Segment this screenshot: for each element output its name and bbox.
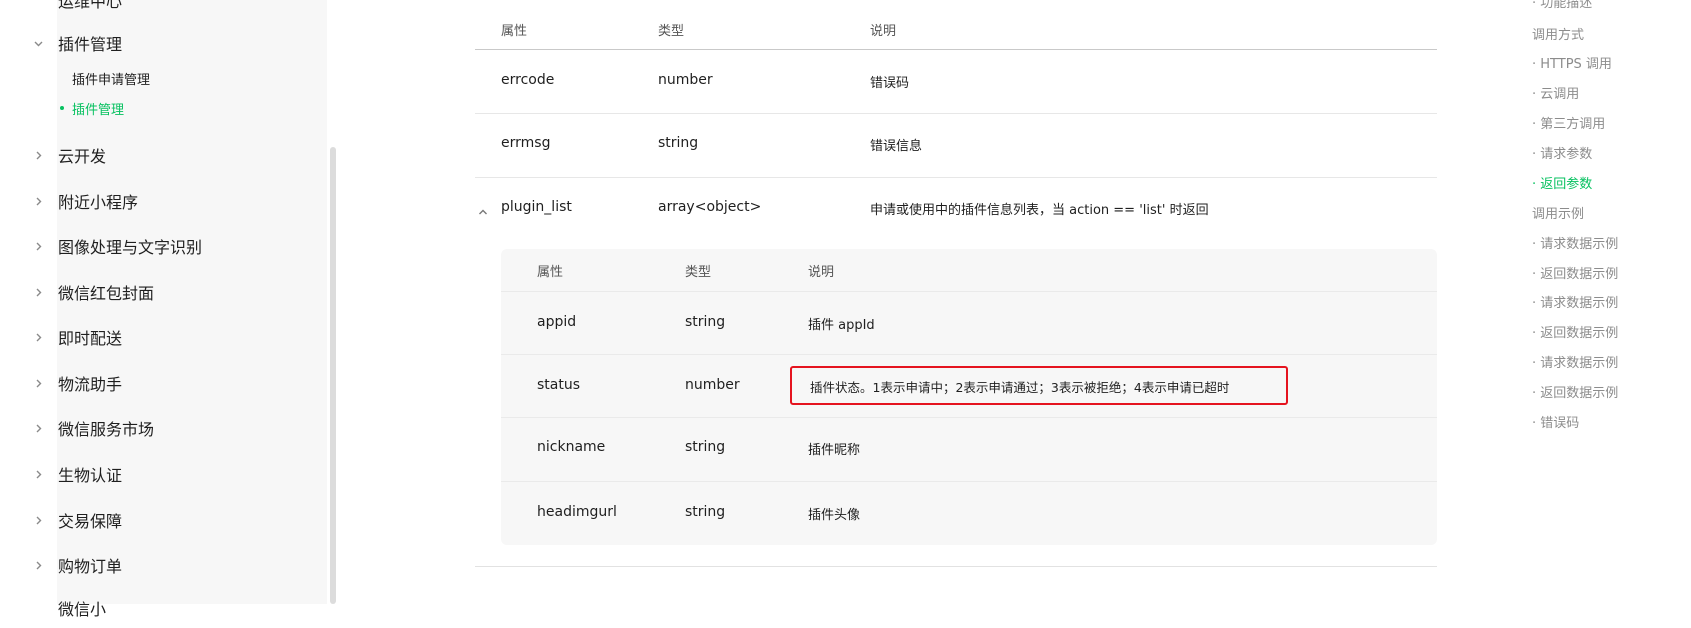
table-row: headimgurl string 插件头像 bbox=[501, 482, 1437, 545]
sidebar-item-partial[interactable]: 微信小 bbox=[0, 588, 330, 628]
sidebar-item-label: 图像处理与文字识别 bbox=[58, 238, 203, 257]
sidebar-item-label: 购物订单 bbox=[58, 557, 123, 576]
toc-item[interactable]: · 请求数据示例 bbox=[1532, 233, 1618, 252]
sidebar-item-logistics[interactable]: 物流助手 bbox=[0, 363, 330, 403]
chevron-down-icon bbox=[32, 37, 44, 49]
nested-header-desc: 说明 bbox=[808, 265, 835, 280]
row-desc: 插件头像 bbox=[808, 508, 861, 523]
toc-item[interactable]: · HTTPS 调用 bbox=[1532, 53, 1612, 72]
toc-item[interactable]: · 功能描述 bbox=[1532, 0, 1592, 11]
toc-item[interactable]: · 请求数据示例 bbox=[1532, 352, 1618, 371]
row-type: string bbox=[685, 504, 726, 520]
sidebar-item-label: 云开发 bbox=[58, 147, 107, 166]
sidebar-item-trade-guarantee[interactable]: 交易保障 bbox=[0, 500, 330, 540]
row-desc: 错误信息 bbox=[870, 139, 923, 154]
sidebar-item-biometric[interactable]: 生物认证 bbox=[0, 454, 330, 494]
active-dot bbox=[60, 106, 64, 110]
sidebar-item-label: 运维中心 bbox=[58, 0, 123, 11]
sidebar-item-service-market[interactable]: 微信服务市场 bbox=[0, 408, 330, 448]
toc-item[interactable]: · 错误码 bbox=[1532, 412, 1579, 431]
chevron-right-icon bbox=[32, 377, 44, 389]
chevron-right-icon bbox=[32, 195, 44, 207]
sidebar-item-label: 附近小程序 bbox=[58, 193, 139, 212]
toc-item-active[interactable]: · 返回参数 bbox=[1532, 173, 1592, 192]
row-type: string bbox=[658, 135, 699, 151]
header-type: 类型 bbox=[658, 24, 685, 39]
row-desc: 错误码 bbox=[870, 76, 910, 91]
table-of-contents: · 功能描述 调用方式 · HTTPS 调用 · 云调用 · 第三方调用 · 请… bbox=[1520, 0, 1691, 604]
sidebar-subitem-plugin-apply-mgmt[interactable]: 插件申请管理 bbox=[72, 69, 150, 88]
toc-item[interactable]: · 返回数据示例 bbox=[1532, 322, 1618, 341]
row-type: array<object> bbox=[658, 199, 762, 215]
toc-item[interactable]: · 请求数据示例 bbox=[1532, 292, 1618, 311]
sidebar-item-label: 微信红包封面 bbox=[58, 284, 155, 303]
toc-item[interactable]: · 返回数据示例 bbox=[1532, 382, 1618, 401]
sidebar-item-shopping-order[interactable]: 购物订单 bbox=[0, 545, 330, 585]
chevron-up-icon[interactable] bbox=[477, 203, 489, 215]
sidebar-item-instant-delivery[interactable]: 即时配送 bbox=[0, 317, 330, 357]
chevron-right-icon bbox=[32, 240, 44, 252]
sidebar-item-label: 交易保障 bbox=[58, 512, 123, 531]
nested-table-header: 属性 类型 说明 bbox=[501, 249, 1437, 292]
row-type: string bbox=[685, 314, 726, 330]
header-desc: 说明 bbox=[870, 24, 897, 39]
chevron-right-icon bbox=[32, 422, 44, 434]
nested-header-attr: 属性 bbox=[537, 265, 564, 280]
sidebar-item-ops-center[interactable]: 运维中心 bbox=[0, 0, 330, 20]
sidebar-item-label: 即时配送 bbox=[58, 329, 123, 348]
sidebar-item-red-packet-cover[interactable]: 微信红包封面 bbox=[0, 272, 330, 312]
toc-item[interactable]: 调用示例 bbox=[1532, 203, 1584, 222]
sidebar-item-nearby-miniprogram[interactable]: 附近小程序 bbox=[0, 181, 330, 221]
header-attr: 属性 bbox=[501, 24, 528, 39]
sidebar-item-label: 微信小 bbox=[58, 600, 107, 619]
chevron-right-icon bbox=[32, 514, 44, 526]
row-name: status bbox=[537, 377, 581, 393]
table-bottom-divider bbox=[475, 566, 1437, 567]
chevron-right-icon bbox=[32, 559, 44, 571]
toc-item[interactable]: · 返回数据示例 bbox=[1532, 263, 1618, 282]
chevron-right-icon bbox=[32, 149, 44, 161]
chevron-right-icon bbox=[32, 331, 44, 343]
row-name: appid bbox=[537, 314, 577, 330]
table-row: nickname string 插件昵称 bbox=[501, 418, 1437, 482]
sidebar-item-label: 微信服务市场 bbox=[58, 420, 155, 439]
row-desc: 插件 appId bbox=[808, 318, 875, 333]
sidebar-item-label: 生物认证 bbox=[58, 466, 123, 485]
row-name: errmsg bbox=[501, 135, 551, 151]
sidebar-item-cloud-dev[interactable]: 云开发 bbox=[0, 135, 330, 175]
row-type: number bbox=[658, 72, 713, 88]
chevron-right-icon bbox=[32, 468, 44, 480]
params-table: 属性 类型 说明 errcode number 错误码 errmsg strin… bbox=[475, 0, 1437, 604]
toc-item[interactable]: · 第三方调用 bbox=[1532, 113, 1605, 132]
sidebar-subitem-plugin-mgmt[interactable]: 插件管理 bbox=[72, 99, 124, 118]
sidebar-item-label: 插件管理 bbox=[58, 35, 123, 54]
toc-item[interactable]: · 请求参数 bbox=[1532, 143, 1592, 162]
row-desc: 插件昵称 bbox=[808, 443, 861, 458]
table-row: errcode number 错误码 bbox=[475, 50, 1437, 114]
highlight-box bbox=[790, 366, 1288, 405]
sidebar-item-image-ocr[interactable]: 图像处理与文字识别 bbox=[0, 226, 330, 266]
sidebar-scrollbar[interactable] bbox=[330, 147, 336, 604]
table-header: 属性 类型 说明 bbox=[475, 0, 1437, 50]
toc-item[interactable]: · 云调用 bbox=[1532, 83, 1579, 102]
sidebar-item-plugin-mgmt[interactable]: 插件管理 bbox=[0, 23, 330, 63]
chevron-right-icon bbox=[32, 286, 44, 298]
row-name: nickname bbox=[537, 439, 606, 455]
row-type: number bbox=[685, 377, 740, 393]
row-name: plugin_list bbox=[501, 199, 572, 215]
row-name: headimgurl bbox=[537, 504, 617, 520]
sidebar: 运维中心 插件管理 插件申请管理 插件管理 云开发 附近小程序 图像处理与文字识… bbox=[0, 0, 330, 619]
sidebar-item-label: 物流助手 bbox=[58, 375, 123, 394]
row-type: string bbox=[685, 439, 726, 455]
row-desc: 申请或使用中的插件信息列表，当 action == 'list' 时返回 bbox=[870, 203, 1209, 218]
table-row: errmsg string 错误信息 bbox=[475, 114, 1437, 178]
table-row: appid string 插件 appId bbox=[501, 292, 1437, 355]
row-name: errcode bbox=[501, 72, 555, 88]
nested-header-type: 类型 bbox=[685, 265, 712, 280]
toc-item[interactable]: 调用方式 bbox=[1532, 24, 1584, 43]
